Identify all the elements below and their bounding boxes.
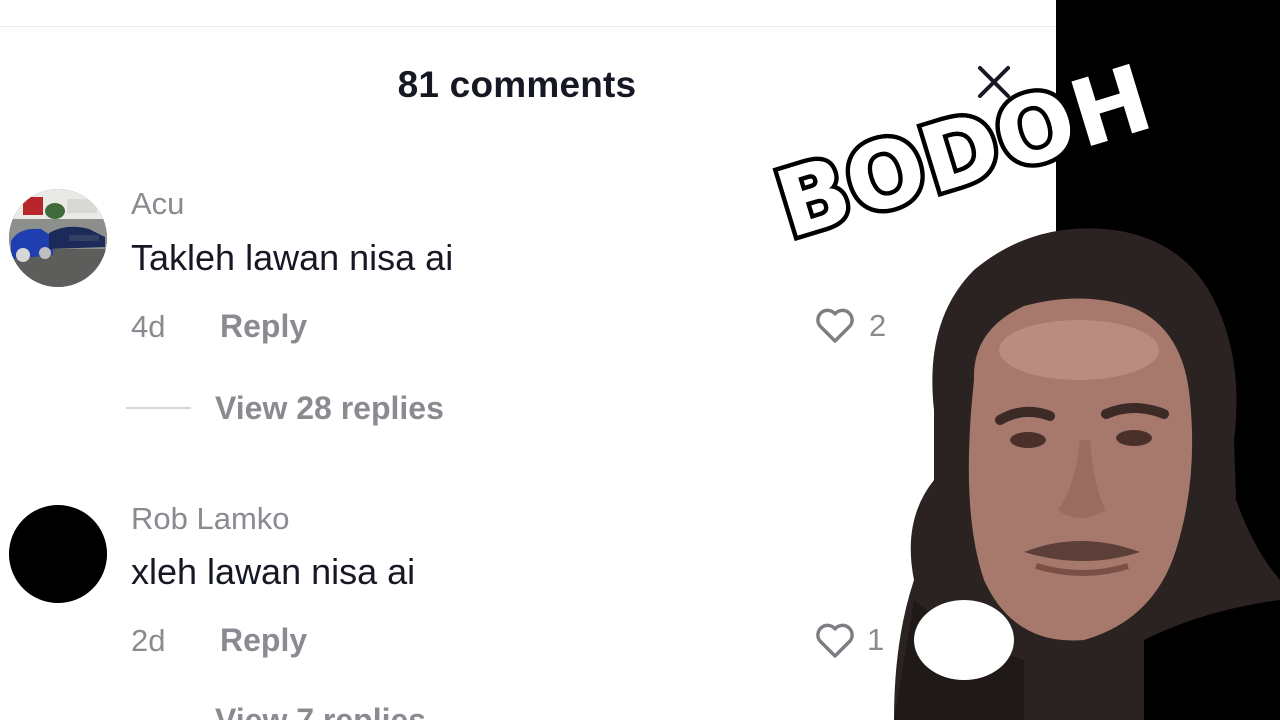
reply-button[interactable]: Reply [220,622,307,659]
replies-divider-line [126,407,191,409]
reply-button[interactable]: Reply [220,308,307,345]
comment-text: xleh lawan nisa ai [131,551,416,592]
avatar[interactable] [9,505,107,603]
view-replies-button[interactable]: View 28 replies [215,390,444,427]
car-photo-avatar [9,189,107,287]
comment-time: 2d [131,623,166,658]
comment-username[interactable]: Acu [131,186,184,222]
comment-text: Takleh lawan nisa ai [131,237,454,278]
comment-username[interactable]: Rob Lamko [131,501,290,537]
comments-count-title: 81 comments [397,64,637,105]
avatar[interactable] [9,189,107,287]
top-divider [0,26,1056,27]
view-replies-button[interactable]: View 7 replies [215,702,426,720]
comment-time: 4d [131,309,166,344]
comments-sheet: 81 comments Acu Takleh lawan nisa ai 4d … [0,0,1280,720]
black-avatar [9,505,107,603]
